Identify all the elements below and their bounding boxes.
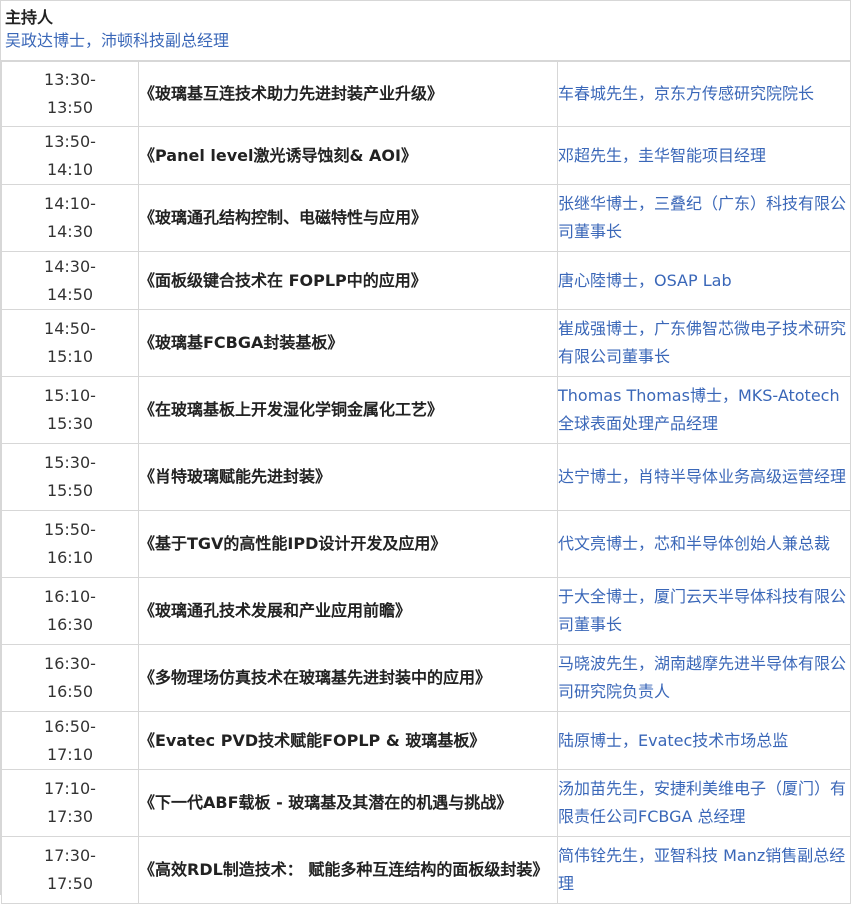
end-time: 13:50 xyxy=(46,98,94,117)
start-time: 13:50- xyxy=(44,131,96,151)
start-time: 16:30- xyxy=(44,654,96,673)
talk-title: 《肖特玻璃赋能先进封装》 xyxy=(138,443,558,511)
table-row: 13:50- 14:10 《Panel level激光诱导蚀刻& AOI》 邓超先… xyxy=(1,126,851,185)
table-row: 13:30- 13:50 《玻璃基互连技术助力先进封装产业升级》 车春城先生，京东… xyxy=(1,61,851,127)
speaker-cell: 马晓波先生，湖南越摩先进半导体有限公司研究院负责人 xyxy=(557,644,851,712)
speaker-cell: 崔成强博士，广东佛智芯微电子技术研究有限公司董事长 xyxy=(557,309,851,377)
end-time: 17:10 xyxy=(46,744,94,764)
start-time: 17:10- xyxy=(44,779,96,798)
end-time: 17:30 xyxy=(46,807,94,826)
speaker-cell: 唐心陸博士，OSAP Lab xyxy=(557,251,851,310)
speaker-cell: 邓超先生，圭华智能项目经理 xyxy=(557,126,851,185)
end-time: 15:30 xyxy=(46,414,94,433)
talk-title: 《Panel level激光诱导蚀刻& AOI》 xyxy=(138,126,558,185)
talk-title: 《面板级键合技术在 FOPLP中的应用》 xyxy=(138,251,558,310)
table-row: 14:50- 15:10 《玻璃基FCBGA封装基板》 崔成强博士，广东佛智芯微电… xyxy=(1,309,851,377)
time-cell: 16:10- 16:30 xyxy=(1,577,139,645)
talk-title: 《玻璃基互连技术助力先进封装产业升级》 xyxy=(138,61,558,127)
time-cell: 17:30- 17:50 xyxy=(1,836,139,904)
end-time: 16:50 xyxy=(46,682,94,701)
start-time: 14:10- xyxy=(44,194,96,213)
end-time: 14:30 xyxy=(46,222,94,241)
speaker-cell: 简伟铨先生，亚智科技 Manz销售副总经理 xyxy=(557,836,851,904)
table-row: 15:30- 15:50 《肖特玻璃赋能先进封装》 达宁博士，肖特半导体业务高级运… xyxy=(1,443,851,511)
start-time: 16:50- xyxy=(44,716,96,736)
talk-title: 《高效RDL制造技术： 赋能多种互连结构的面板级封装》 xyxy=(138,836,558,904)
end-time: 16:10 xyxy=(46,548,94,567)
speaker-cell: 车春城先生，京东方传感研究院院长 xyxy=(557,61,851,127)
host-label: 主持人 xyxy=(5,8,54,27)
table-row: 16:10- 16:30 《玻璃通孔技术发展和产业应用前瞻》 于大全博士，厦门云天… xyxy=(1,577,851,645)
talk-title: 《在玻璃基板上开发湿化学铜金属化工艺》 xyxy=(138,376,558,444)
table-row: 14:10- 14:30 《玻璃通孔结构控制、电磁特性与应用》 张继华博士，三叠纪… xyxy=(1,184,851,252)
table-row: 17:10- 17:30 《下一代ABF载板 - 玻璃基及其潜在的机遇与挑战》 汤… xyxy=(1,769,851,837)
end-time: 14:50 xyxy=(46,284,94,304)
start-time: 15:10- xyxy=(44,386,96,405)
end-time: 17:50 xyxy=(46,874,94,893)
table-row: 16:30- 16:50 《多物理场仿真技术在玻璃基先进封装中的应用》 马晓波先生… xyxy=(1,644,851,712)
time-cell: 14:30- 14:50 xyxy=(1,251,139,310)
speaker-cell: 陆原博士，Evatec技术市场总监 xyxy=(557,711,851,770)
start-time: 16:10- xyxy=(44,587,96,606)
speaker-cell: 代文亮博士，芯和半导体创始人兼总裁 xyxy=(557,510,851,578)
speaker-cell: 达宁博士，肖特半导体业务高级运营经理 xyxy=(557,443,851,511)
time-cell: 14:10- 14:30 xyxy=(1,184,139,252)
talk-title: 《多物理场仿真技术在玻璃基先进封装中的应用》 xyxy=(138,644,558,712)
host-section: 主持人 吴政达博士，沛顿科技副总经理 xyxy=(1,0,850,61)
start-time: 13:30- xyxy=(44,70,96,89)
table-row: 15:10- 15:30 《在玻璃基板上开发湿化学铜金属化工艺》 Thomas T… xyxy=(1,376,851,444)
host-name: 吴政达博士，沛顿科技副总经理 xyxy=(5,31,230,50)
time-cell: 16:30- 16:50 xyxy=(1,644,139,712)
end-time: 16:30 xyxy=(46,615,94,634)
talk-title: 《玻璃通孔结构控制、电磁特性与应用》 xyxy=(138,184,558,252)
agenda-page: 主持人 吴政达博士，沛顿科技副总经理 13:30- 13:50 《玻璃基互连技术助… xyxy=(0,0,851,904)
time-cell: 14:50- 15:10 xyxy=(1,309,139,377)
time-cell: 15:10- 15:30 xyxy=(1,376,139,444)
talk-title: 《玻璃通孔技术发展和产业应用前瞻》 xyxy=(138,577,558,645)
talk-title: 《玻璃基FCBGA封装基板》 xyxy=(138,309,558,377)
talk-title: 《基于TGV的高性能IPD设计开发及应用》 xyxy=(138,510,558,578)
table-row: 15:50- 16:10 《基于TGV的高性能IPD设计开发及应用》 代文亮博士，… xyxy=(1,510,851,578)
speaker-cell: 汤加苗先生，安捷利美维电子（厦门）有限责任公司FCBGA 总经理 xyxy=(557,769,851,837)
table-row: 14:30- 14:50 《面板级键合技术在 FOPLP中的应用》 唐心陸博士，O… xyxy=(1,251,851,310)
speaker-cell: Thomas Thomas博士，MKS-Atotech全球表面处理产品经理 xyxy=(557,376,851,444)
time-cell: 15:30- 15:50 xyxy=(1,443,139,511)
end-time: 15:10 xyxy=(46,347,94,366)
end-time: 14:10 xyxy=(46,159,94,179)
time-cell: 13:50- 14:10 xyxy=(1,126,139,185)
time-cell: 15:50- 16:10 xyxy=(1,510,139,578)
end-time: 15:50 xyxy=(46,481,94,500)
start-time: 14:30- xyxy=(44,256,96,276)
start-time: 15:50- xyxy=(44,520,96,539)
schedule-table: 13:30- 13:50 《玻璃基互连技术助力先进封装产业升级》 车春城先生，京东… xyxy=(1,61,851,904)
speaker-cell: 于大全博士，厦门云天半导体科技有限公司董事长 xyxy=(557,577,851,645)
table-row: 17:30- 17:50 《高效RDL制造技术： 赋能多种互连结构的面板级封装》 … xyxy=(1,836,851,904)
time-cell: 16:50- 17:10 xyxy=(1,711,139,770)
table-row: 16:50- 17:10 《Evatec PVD技术赋能FOPLP & 玻璃基板》… xyxy=(1,711,851,770)
time-cell: 13:30- 13:50 xyxy=(1,61,139,127)
start-time: 17:30- xyxy=(44,846,96,865)
start-time: 15:30- xyxy=(44,453,96,472)
start-time: 14:50- xyxy=(44,319,96,338)
talk-title: 《下一代ABF载板 - 玻璃基及其潜在的机遇与挑战》 xyxy=(138,769,558,837)
speaker-cell: 张继华博士，三叠纪（广东）科技有限公司董事长 xyxy=(557,184,851,252)
talk-title: 《Evatec PVD技术赋能FOPLP & 玻璃基板》 xyxy=(138,711,558,770)
time-cell: 17:10- 17:30 xyxy=(1,769,139,837)
